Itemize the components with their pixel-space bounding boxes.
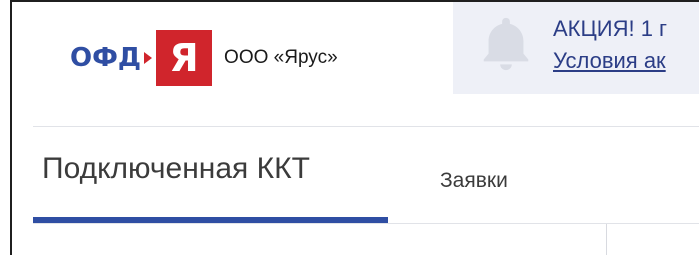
window-left-border [10,0,12,255]
promo-title: АКЦИЯ! 1 г [553,16,668,41]
arrow-right-icon [144,52,153,64]
tabs-bottom-border [33,223,699,224]
tab-connected-kkt[interactable]: Подключенная ККТ [42,152,310,186]
tab-requests[interactable]: Заявки [440,169,508,193]
ofd-logo[interactable]: ОФД Я ООО «Ярус» [70,30,338,86]
bell-icon [483,17,529,71]
company-name: ООО «Ярус» [224,47,338,68]
logo-brand-text: ОФД [70,43,142,73]
promo-terms-link[interactable]: Условия ак [553,48,666,74]
promo-banner: АКЦИЯ! 1 г Условия ак [453,2,699,94]
column-divider [606,224,607,255]
header-divider [33,126,699,127]
logo-brand-mark: Я [156,30,213,86]
